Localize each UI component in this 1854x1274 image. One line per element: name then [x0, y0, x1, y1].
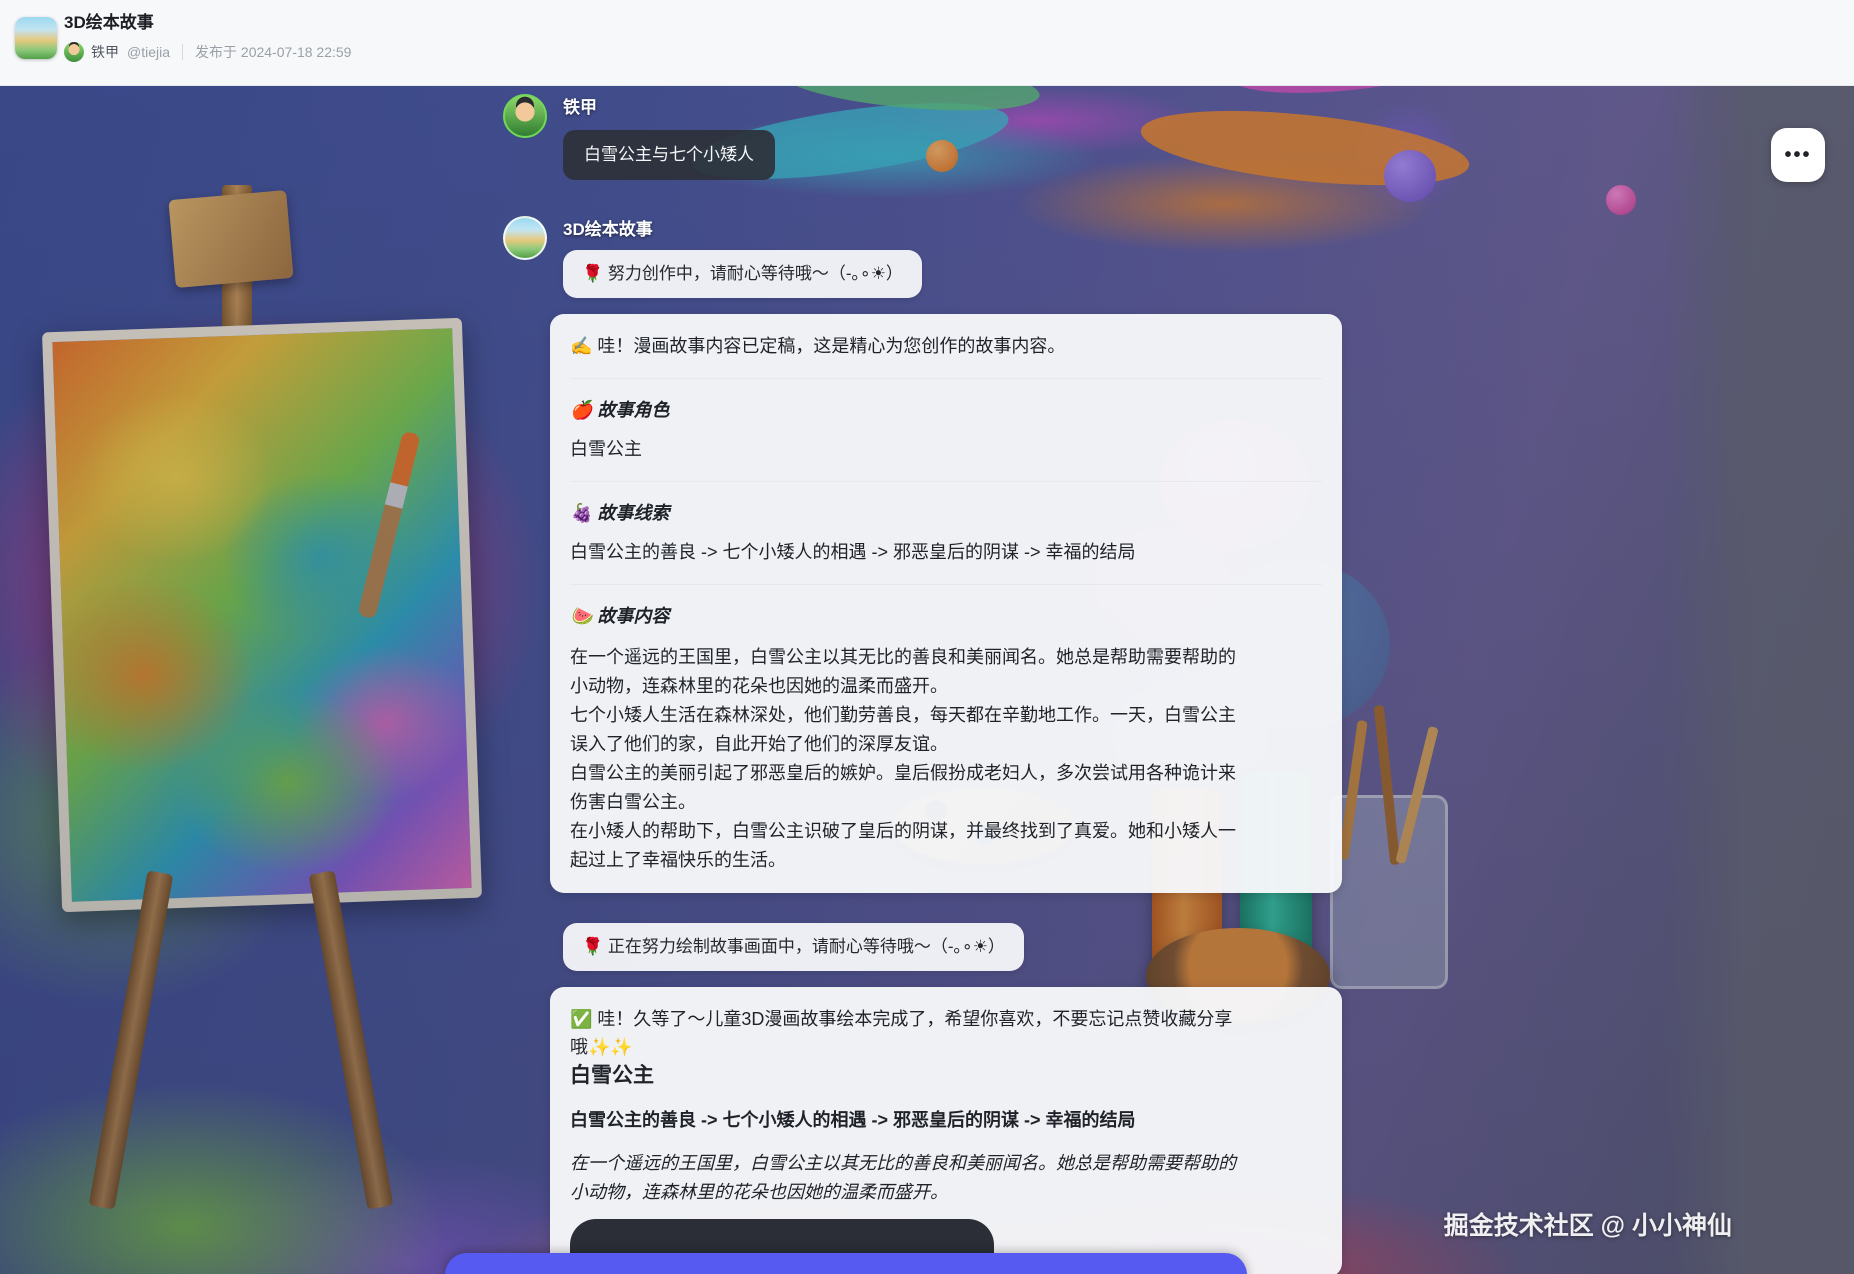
section-body-plotline: 白雪公主的善良 -> 七个小矮人的相遇 -> 邪恶皇后的阴谋 -> 幸福的结局 — [570, 538, 1322, 566]
primary-action-bar[interactable] — [445, 1253, 1247, 1274]
author-row: 铁甲 @tiejia 发布于 2024-07-18 22:59 — [64, 42, 351, 62]
section-heading-characters: 🍎 故事角色 — [570, 397, 1322, 423]
header-divider — [182, 44, 183, 60]
section-body-characters: 白雪公主 — [570, 435, 1322, 463]
user-message-group: 铁甲 白雪公主与七个小矮人 — [503, 94, 1353, 180]
more-icon: ••• — [1784, 144, 1811, 167]
page-title: 3D绘本故事 — [64, 12, 351, 34]
author-avatar[interactable] — [64, 42, 84, 62]
app-window: 3D绘本故事 铁甲 @tiejia 发布于 2024-07-18 22:59 铁… — [0, 0, 1854, 1274]
user-message-bubble: 白雪公主与七个小矮人 — [563, 130, 775, 180]
author-handle[interactable]: @tiejia — [127, 44, 170, 60]
result-card: ✅ 哇！久等了～儿童3D漫画故事绘本完成了，希望你喜欢，不要忘记点赞收藏分享 哦… — [550, 987, 1342, 1274]
story-draft-intro: ✍️ 哇！漫画故事内容已定稿，这是精心为您创作的故事内容。 — [570, 332, 1322, 360]
status-bubble-drawing: 🌹 正在努力绘制故事画面中，请耐心等待哦～（-｡∘☀） — [563, 923, 1024, 971]
publish-date: 发布于 2024-07-18 22:59 — [195, 42, 351, 62]
page-header: 3D绘本故事 铁甲 @tiejia 发布于 2024-07-18 22:59 — [0, 0, 1854, 86]
watermark: 掘金技术社区 @ 小小神仙 — [1444, 1206, 1732, 1242]
result-story-title: 白雪公主 — [570, 1061, 1322, 1091]
result-story-clue: 白雪公主的善良 -> 七个小矮人的相遇 -> 邪恶皇后的阴谋 -> 幸福的结局 — [570, 1107, 1322, 1133]
background-right-shade — [1664, 85, 1854, 1274]
section-heading-content: 🍉 故事内容 — [570, 603, 1322, 629]
user-avatar[interactable] — [503, 94, 547, 138]
bot-avatar[interactable] — [503, 216, 547, 260]
section-body-content: 在一个遥远的王国里，白雪公主以其无比的善良和美丽闻名。她总是帮助需要帮助的 小动… — [570, 643, 1322, 875]
author-name: 铁甲 — [91, 42, 119, 62]
card-divider — [570, 378, 1322, 379]
result-story-excerpt: 在一个遥远的王国里，白雪公主以其无比的善良和美丽闻名。她总是帮助需要帮助的 小动… — [570, 1149, 1322, 1207]
more-actions-button[interactable]: ••• — [1771, 128, 1825, 182]
status-bubble-creating: 🌹 努力创作中，请耐心等待哦～（-｡∘☀） — [563, 250, 922, 298]
result-announce: ✅ 哇！久等了～儿童3D漫画故事绘本完成了，希望你喜欢，不要忘记点赞收藏分享 哦… — [570, 1005, 1322, 1061]
card-divider — [570, 584, 1322, 585]
chat-thread: 铁甲 白雪公主与七个小矮人 3D绘本故事 🌹 努力创作中，请耐心等待哦～（-｡∘… — [503, 94, 1353, 1274]
story-draft-card: ✍️ 哇！漫画故事内容已定稿，这是精心为您创作的故事内容。 🍎 故事角色 白雪公… — [550, 314, 1342, 893]
section-heading-plotline: 🍇 故事线索 — [570, 500, 1322, 526]
bot-name: 3D绘本故事 — [563, 216, 1353, 240]
bot-message-group: 3D绘本故事 🌹 努力创作中，请耐心等待哦～（-｡∘☀） ✍️ 哇！漫画故事内容… — [503, 216, 1353, 1274]
user-name: 铁甲 — [563, 94, 1353, 118]
card-divider — [570, 481, 1322, 482]
app-icon — [15, 17, 57, 59]
